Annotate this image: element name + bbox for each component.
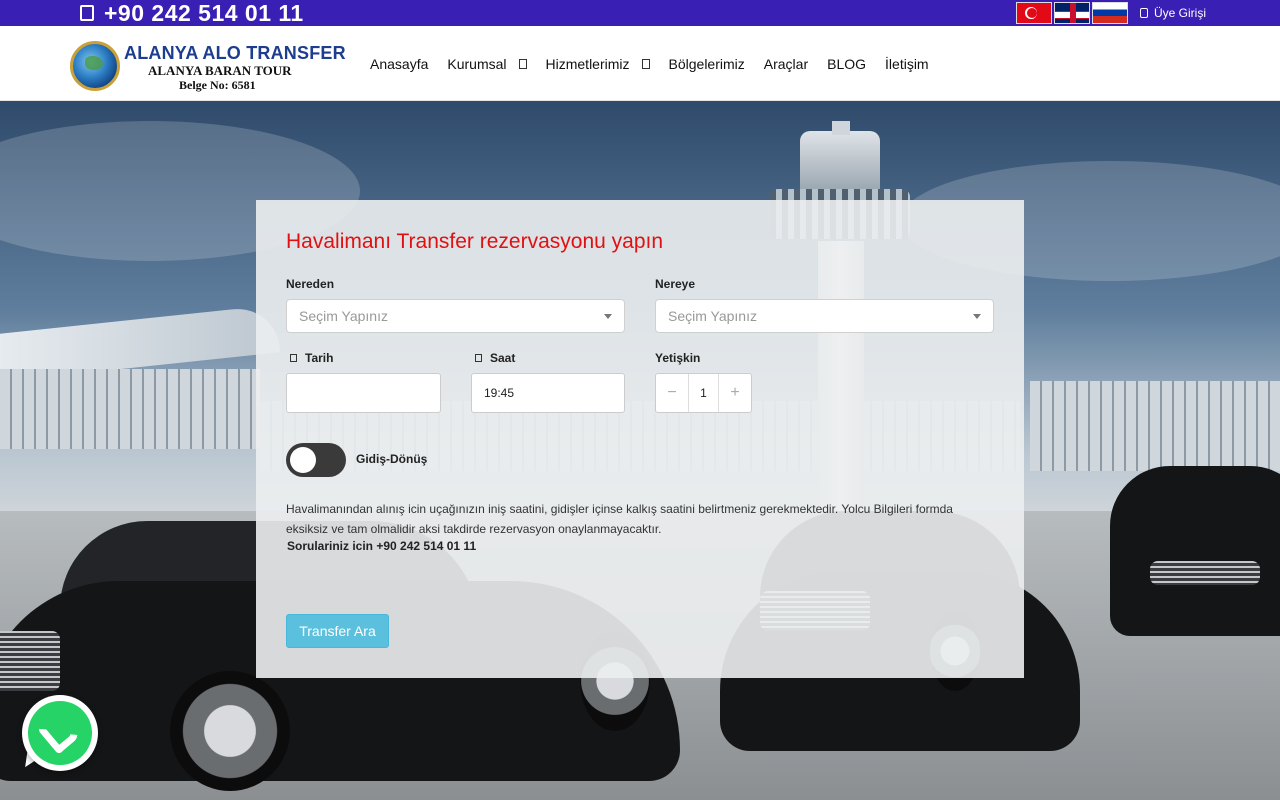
logo-name: ALANYA ALO TRANSFER xyxy=(124,43,346,63)
whatsapp-button[interactable] xyxy=(18,693,100,773)
to-label: Nereye xyxy=(655,277,695,291)
car-right xyxy=(1110,466,1280,636)
from-label-text: Nereden xyxy=(286,277,335,291)
nav-item-label[interactable]: Bölgelerimiz xyxy=(669,56,745,72)
nav-item-label[interactable]: Kurumsal xyxy=(447,56,506,72)
adults-stepper[interactable]: − 1 + xyxy=(655,373,752,413)
dropdown-arrow-icon xyxy=(604,314,612,319)
top-phone[interactable]: +90 242 514 01 11 xyxy=(80,0,304,26)
plus-button[interactable]: + xyxy=(719,374,751,412)
toggle-knob xyxy=(290,447,316,473)
booking-panel: Havalimanı Transfer rezervasyonu yapın N… xyxy=(256,200,1024,678)
adults-value[interactable]: 1 xyxy=(688,374,719,412)
nav-item-corporate[interactable]: Kurumsal xyxy=(447,56,527,72)
booking-info-text: Havalimanından alınış icin uçağınızın in… xyxy=(286,502,953,536)
nav-item-regions[interactable]: Bölgelerimiz xyxy=(669,56,745,72)
booking-contact-text: Sorulariniz icin +90 242 514 01 11 xyxy=(287,539,477,553)
adults-label-text: Yetişkin xyxy=(655,351,701,365)
main-nav: Anasayfa Kurumsal Hizmetlerimiz Bölgeler… xyxy=(370,26,948,101)
transfer-search-button[interactable]: Transfer Ara xyxy=(286,614,389,648)
member-login-label[interactable]: Üye Girişi xyxy=(1154,6,1206,20)
flag-uk-icon[interactable] xyxy=(1053,2,1090,24)
nav-item-label[interactable]: BLOG xyxy=(827,56,866,72)
user-icon xyxy=(1139,8,1148,18)
chevron-down-icon xyxy=(518,58,527,69)
terminal-building xyxy=(0,369,260,449)
date-input[interactable] xyxy=(286,373,441,413)
terminal-building xyxy=(1030,381,1280,471)
calendar-icon xyxy=(290,354,297,362)
to-label-text: Nereye xyxy=(655,277,696,291)
nav-item-label[interactable]: Araçlar xyxy=(764,56,808,72)
logo-certificate: Belge No: 6581 xyxy=(179,78,256,92)
adults-label: Yetişkin xyxy=(655,351,700,365)
time-label-text: Saat xyxy=(490,351,516,365)
date-label: Tarih xyxy=(290,351,333,365)
nav-item-label[interactable]: İletişim xyxy=(885,56,929,72)
control-tower-cap xyxy=(800,131,880,191)
roundtrip-label: Gidiş-Dönüş xyxy=(356,452,428,466)
control-tower-top xyxy=(832,121,850,135)
top-phone-number[interactable]: +90 242 514 01 11 xyxy=(104,0,304,27)
logo-subtitle: ALANYA BARAN TOUR xyxy=(148,63,292,78)
phone-icon xyxy=(80,5,94,21)
site-header: ALANYA ALO TRANSFER ALANYA BARAN TOUR Be… xyxy=(0,26,1280,101)
from-select[interactable]: Seçim Yapınız xyxy=(286,299,625,333)
clock-icon xyxy=(475,354,482,362)
car-grille xyxy=(0,631,60,691)
date-label-text: Tarih xyxy=(305,351,334,365)
flag-ru-icon[interactable] xyxy=(1091,2,1128,24)
to-select[interactable]: Seçim Yapınız xyxy=(655,299,994,333)
time-input[interactable]: 19:45 xyxy=(471,373,625,413)
booking-title: Havalimanı Transfer rezervasyonu yapın xyxy=(286,230,664,253)
car-wheel xyxy=(170,671,290,791)
time-input-value: 19:45 xyxy=(484,386,515,400)
car-grille xyxy=(1150,561,1260,585)
member-login-link[interactable]: Üye Girişi xyxy=(1139,6,1206,20)
dropdown-arrow-icon xyxy=(973,314,981,319)
nav-item-services[interactable]: Hizmetlerimiz xyxy=(546,56,650,72)
nav-item-label[interactable]: Hizmetlerimiz xyxy=(546,56,630,72)
to-select-value: Seçim Yapınız xyxy=(668,308,757,324)
roundtrip-toggle[interactable] xyxy=(286,443,346,477)
chevron-down-icon xyxy=(641,58,650,69)
nav-item-home[interactable]: Anasayfa xyxy=(370,56,428,72)
from-label: Nereden xyxy=(286,277,334,291)
time-label: Saat xyxy=(475,351,515,365)
nav-item-vehicles[interactable]: Araçlar xyxy=(764,56,808,72)
globe-logo-icon xyxy=(70,41,120,91)
minus-button[interactable]: − xyxy=(656,374,688,412)
flag-tr-icon[interactable] xyxy=(1015,2,1052,24)
nav-item-blog[interactable]: BLOG xyxy=(827,56,866,72)
top-bar: +90 242 514 01 11 Üye Girişi xyxy=(0,0,1280,26)
nav-item-contact[interactable]: İletişim xyxy=(885,56,929,72)
from-select-value: Seçim Yapınız xyxy=(299,308,388,324)
site-logo[interactable]: ALANYA ALO TRANSFER ALANYA BARAN TOUR Be… xyxy=(70,40,346,92)
top-bar-right: Üye Girişi xyxy=(1015,0,1206,26)
nav-item-label[interactable]: Anasayfa xyxy=(370,56,428,72)
